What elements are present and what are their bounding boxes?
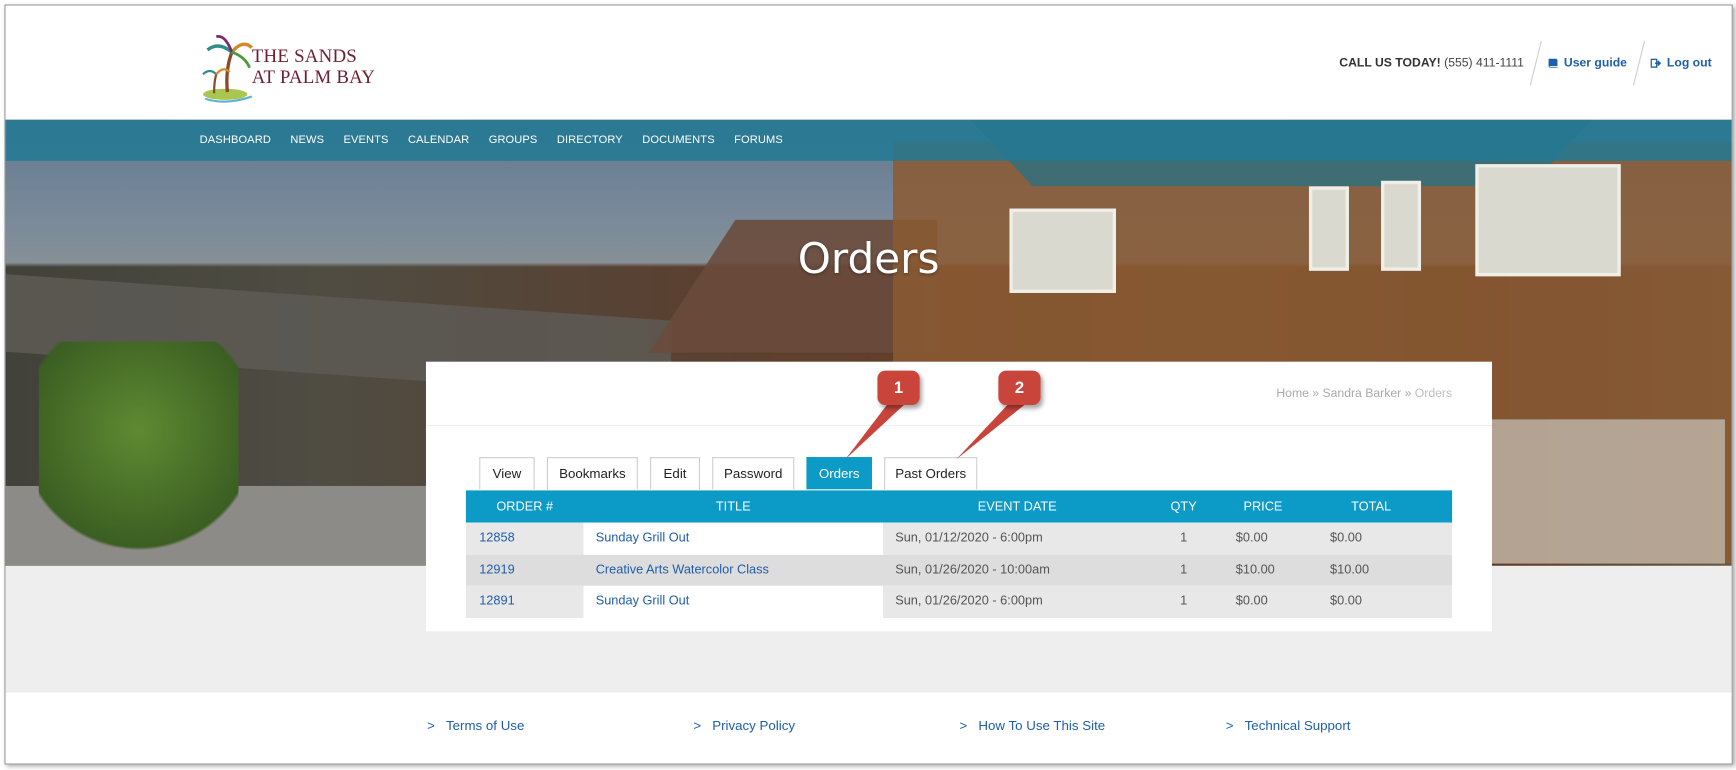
call-us-text: CALL US TODAY! (555) 411-1111 [1339, 57, 1524, 70]
nav-item-dashboard[interactable]: DASHBOARD [200, 134, 271, 146]
title-cell: Sunday Grill Out [583, 522, 884, 555]
breadcrumb-separator: » [1312, 387, 1320, 401]
account-tabs: View Bookmarks Edit Password Orders Past… [479, 457, 989, 490]
title-cell: Creative Arts Watercolor Class [583, 554, 883, 586]
phone-number: (555) 411-1111 [1444, 56, 1524, 70]
tab-view[interactable]: View [479, 457, 535, 490]
logo-line-1: THE SANDS [251, 45, 358, 67]
browser-page: THE SANDS AT PALM BAY CALL US TODAY! (55… [4, 4, 1733, 765]
event-title-link[interactable]: Sunday Grill Out [596, 595, 690, 608]
table-row: 12919 Creative Arts Watercolor Class Sun… [465, 554, 1453, 586]
table-header: ORDER # TITLE EVENT DATE QTY PRICE TOTAL [465, 490, 1453, 523]
chevron-right-icon: > [427, 717, 435, 734]
total-cell: $10.00 [1330, 563, 1370, 577]
order-number-link[interactable]: 12919 [466, 563, 584, 576]
orders-panel: Home » Sandra Barker » Orders View Bookm… [425, 361, 1493, 632]
nav-item-documents[interactable]: DOCUMENTS [642, 134, 714, 146]
breadcrumb-user[interactable]: Sandra Barker [1322, 387, 1401, 400]
nav-item-events[interactable]: EVENTS [344, 134, 389, 146]
column-header-title[interactable]: TITLE [583, 500, 883, 513]
user-guide-label: User guide [1563, 56, 1627, 70]
footer-link-support[interactable]: > Technical Support [1226, 718, 1492, 734]
nav-item-forums[interactable]: FORUMS [734, 134, 783, 146]
footer-link-terms[interactable]: > Terms of Use [427, 718, 693, 734]
chevron-right-icon: > [1225, 717, 1234, 734]
breadcrumb-current: Orders [1414, 387, 1453, 401]
chevron-right-icon: > [959, 717, 968, 734]
hero-decoration [1492, 419, 1725, 564]
event-title-link[interactable]: Sunday Grill Out [596, 532, 690, 545]
nav-item-calendar[interactable]: CALENDAR [408, 134, 469, 146]
column-header-total[interactable]: TOTAL [1310, 500, 1432, 513]
sign-out-icon [1650, 58, 1661, 68]
tab-password[interactable]: Password [712, 457, 795, 490]
footer-links: > Terms of Use > Privacy Policy > How To Us… [427, 718, 1492, 734]
chevron-right-icon: > [693, 717, 702, 734]
price-cell: $10.00 [1235, 563, 1275, 577]
hero-decoration [38, 341, 239, 564]
callout-badge-1: 1 [877, 370, 920, 405]
event-title-link[interactable]: Creative Arts Watercolor Class [596, 563, 769, 576]
tab-edit[interactable]: Edit [650, 457, 700, 490]
nav-item-directory[interactable]: DIRECTORY [557, 134, 623, 146]
user-guide-link[interactable]: User guide [1547, 57, 1627, 70]
event-date-cell: Sun, 01/26/2020 - 6:00pm [895, 594, 1043, 609]
panel-header: Home » Sandra Barker » Orders [425, 362, 1493, 427]
palm-tree-icon [202, 34, 253, 103]
breadcrumb: Home » Sandra Barker » Orders [1276, 387, 1452, 400]
callout-badge-2: 2 [998, 370, 1041, 405]
footer-link-label: Terms of Use [445, 717, 525, 734]
divider [1529, 41, 1542, 86]
table-row: 12858 Sunday Grill Out Sun, 01/12/2020 -… [465, 522, 1453, 555]
site-logo[interactable]: THE SANDS AT PALM BAY [201, 32, 378, 105]
footer-link-privacy[interactable]: > Privacy Policy [693, 718, 959, 734]
nav-item-groups[interactable]: GROUPS [489, 134, 538, 146]
nav-items: DASHBOARD NEWS EVENTS CALENDAR GROUPS DI… [200, 120, 803, 161]
column-header-event-date[interactable]: EVENT DATE [883, 500, 1151, 513]
tab-bookmarks[interactable]: Bookmarks [546, 457, 638, 490]
column-header-price[interactable]: PRICE [1216, 500, 1310, 513]
title-cell: Sunday Grill Out [583, 585, 884, 618]
tab-past-orders[interactable]: Past Orders [884, 457, 978, 490]
qty-cell: 1 [1180, 594, 1188, 609]
footer-link-label: Privacy Policy [712, 717, 796, 734]
footer: > Terms of Use > Privacy Policy > How To Us… [5, 691, 1732, 764]
screenshot-stage: THE SANDS AT PALM BAY CALL US TODAY! (55… [0, 0, 1736, 770]
event-date-cell: Sun, 01/12/2020 - 6:00pm [895, 531, 1043, 546]
orders-table: ORDER # TITLE EVENT DATE QTY PRICE TOTAL… [465, 490, 1453, 618]
header-utility-bar: CALL US TODAY! (555) 411-1111 User guide… [1339, 41, 1712, 86]
table-row: 12891 Sunday Grill Out Sun, 01/26/2020 -… [465, 585, 1453, 618]
column-header-order[interactable]: ORDER # [466, 500, 584, 513]
footer-link-label: How To Use This Site [978, 717, 1106, 734]
event-date-cell: Sun, 01/26/2020 - 10:00am [895, 563, 1050, 577]
price-cell: $0.00 [1235, 531, 1268, 546]
book-icon [1548, 58, 1558, 68]
page-title: Orders [797, 234, 940, 283]
footer-link-label: Technical Support [1244, 717, 1351, 734]
total-cell: $0.00 [1330, 594, 1362, 609]
logo-line-2: AT PALM BAY [251, 66, 376, 88]
qty-cell: 1 [1180, 531, 1188, 546]
total-cell: $0.00 [1330, 531, 1362, 546]
call-label: CALL US TODAY! [1339, 56, 1441, 70]
nav-item-news[interactable]: NEWS [290, 134, 324, 146]
divider [1632, 41, 1645, 86]
qty-cell: 1 [1180, 563, 1188, 577]
logout-link[interactable]: Log out [1650, 56, 1712, 70]
tab-orders[interactable]: Orders [806, 457, 872, 490]
price-cell: $0.00 [1235, 594, 1268, 609]
main-nav: DASHBOARD NEWS EVENTS CALENDAR GROUPS DI… [5, 119, 1732, 161]
breadcrumb-separator: » [1404, 387, 1412, 401]
logout-label: Log out [1666, 56, 1712, 70]
logo-text: THE SANDS AT PALM BAY [252, 45, 375, 87]
breadcrumb-home[interactable]: Home [1276, 387, 1309, 400]
footer-link-how-to[interactable]: > How To Use This Site [960, 718, 1226, 734]
column-header-qty[interactable]: QTY [1151, 500, 1215, 513]
order-number-link[interactable]: 12891 [466, 595, 584, 608]
order-number-link[interactable]: 12858 [466, 532, 584, 545]
